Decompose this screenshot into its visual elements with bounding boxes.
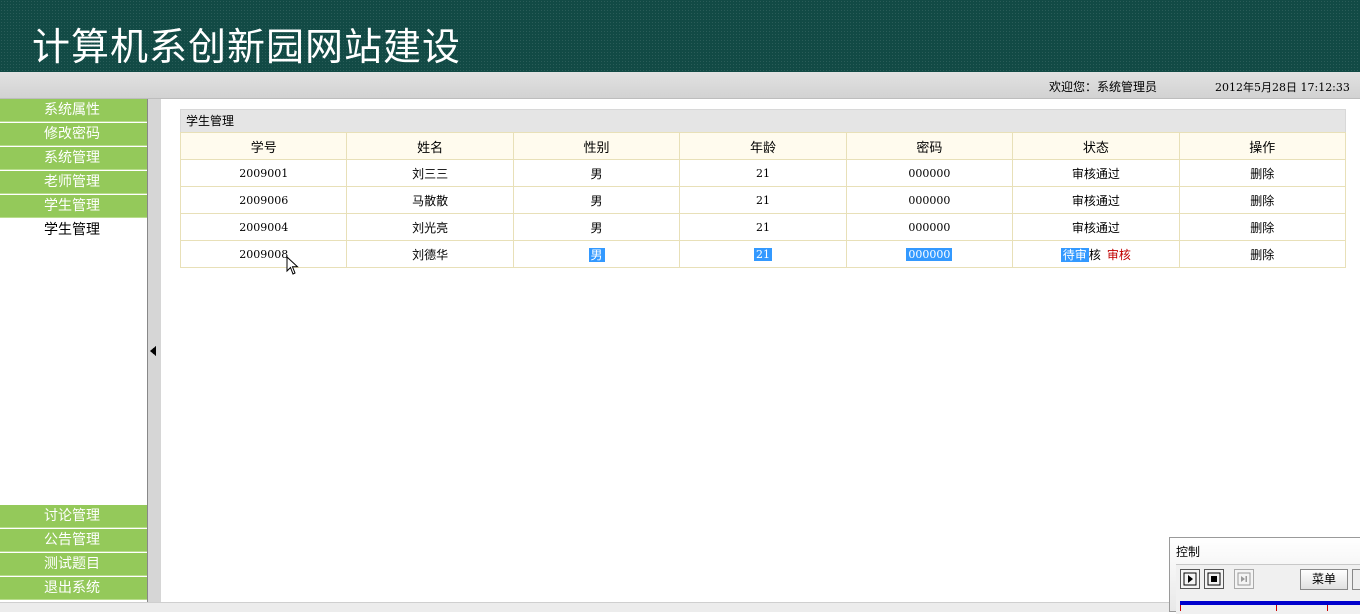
sidebar-item-system-properties[interactable]: 系统属性 — [0, 99, 147, 122]
sidebar-item-logout[interactable]: 退出系统 — [0, 577, 147, 600]
datetime-text: 2012年5月28日 17:12:33 — [1215, 81, 1350, 94]
cell-name: 刘德华 — [346, 240, 514, 268]
sidebar-item-discussion-management[interactable]: 讨论管理 — [0, 505, 147, 528]
cell-gender: 男 — [512, 240, 681, 268]
table-row: 2009008 刘德华 男 21 000000 待审核审核 删除 — [179, 240, 1347, 268]
cell-password: 000000 — [845, 213, 1014, 241]
cell-status: 审核通过 — [1012, 213, 1180, 241]
sidebar-item-teacher-management[interactable]: 老师管理 — [0, 171, 147, 194]
sidebar-subitem-student-management[interactable]: 学生管理 — [0, 219, 147, 241]
delete-link[interactable]: 删除 — [1178, 159, 1347, 187]
cell-gender: 男 — [512, 159, 681, 187]
sidebar: 系统属性 修改密码 系统管理 老师管理 学生管理 学生管理 讨论管理 公告管理 … — [0, 99, 147, 602]
next-frame-icon — [1237, 572, 1251, 586]
cell-student-id: 2009008 — [179, 240, 348, 268]
cell-student-id: 2009006 — [179, 186, 348, 214]
cell-password: 000000 — [845, 159, 1014, 187]
column-header-student-id: 学号 — [179, 132, 348, 160]
timeline-tick — [1180, 605, 1181, 611]
column-header-name: 姓名 — [346, 132, 514, 160]
delete-link[interactable]: 删除 — [1178, 240, 1347, 268]
menu-button[interactable]: 菜单 — [1300, 569, 1348, 590]
column-header-password: 密码 — [845, 132, 1014, 160]
selected-text: 男 — [588, 247, 605, 262]
browser-status-bar — [0, 602, 1169, 612]
top-info-bar: 欢迎您：系统管理员 2012年5月28日 17:12:33 — [0, 72, 1360, 99]
site-title: 计算机系创新园网站建设 — [32, 25, 462, 69]
timeline-tick — [1327, 605, 1328, 611]
next-frame-button[interactable] — [1234, 569, 1254, 589]
site-header: 计算机系创新园网站建设 — [0, 0, 1360, 72]
panel-title: 学生管理 — [180, 109, 1346, 132]
cell-student-id: 2009001 — [179, 159, 348, 187]
selected-text: 21 — [753, 247, 772, 261]
cell-age: 21 — [679, 159, 847, 187]
sidebar-item-student-management[interactable]: 学生管理 — [0, 195, 147, 218]
cell-gender: 男 — [512, 186, 681, 214]
cell-password: 000000 — [845, 240, 1014, 268]
cell-name: 马散散 — [346, 186, 514, 214]
column-header-age: 年龄 — [679, 132, 847, 160]
cell-name: 刘三三 — [346, 159, 514, 187]
play-icon — [1183, 572, 1197, 586]
sidebar-item-change-password[interactable]: 修改密码 — [0, 123, 147, 146]
stop-button[interactable] — [1204, 569, 1224, 589]
column-header-gender: 性别 — [512, 132, 681, 160]
column-header-action: 操作 — [1178, 132, 1347, 160]
timeline-tick — [1276, 605, 1277, 611]
student-management-panel: 学生管理 学号 姓名 性别 年龄 密码 状态 操作 2009001 刘三三 男 … — [179, 109, 1347, 268]
cell-age: 21 — [679, 240, 847, 268]
welcome-text: 欢迎您：系统管理员 — [1049, 80, 1158, 94]
sidebar-item-notice-management[interactable]: 公告管理 — [0, 529, 147, 552]
cell-name: 刘光亮 — [346, 213, 514, 241]
cell-status: 审核通过 — [1012, 186, 1180, 214]
review-link[interactable]: 审核 — [1107, 248, 1131, 262]
status-text-rest: 核 — [1088, 247, 1101, 262]
sidebar-item-system-management[interactable]: 系统管理 — [0, 147, 147, 170]
control-toolbar: 菜单 — [1176, 564, 1360, 614]
cell-age: 21 — [679, 213, 847, 241]
delete-link[interactable]: 删除 — [1178, 213, 1347, 241]
delete-link[interactable]: 删除 — [1178, 186, 1347, 214]
cell-status: 审核通过 — [1012, 159, 1180, 187]
cell-age: 21 — [679, 186, 847, 214]
control-window-title: 控制 — [1176, 545, 1201, 559]
cell-password: 000000 — [845, 186, 1014, 214]
column-header-status: 状态 — [1012, 132, 1180, 160]
extra-button[interactable] — [1352, 569, 1360, 590]
cell-student-id: 2009004 — [179, 213, 348, 241]
table-header-row: 学号 姓名 性别 年龄 密码 状态 操作 — [179, 132, 1347, 160]
cell-status: 待审核审核 — [1012, 240, 1180, 268]
stop-icon — [1207, 572, 1221, 586]
selected-text: 待审 — [1060, 247, 1089, 262]
table-row: 2009004 刘光亮 男 21 000000 审核通过 删除 — [179, 213, 1347, 241]
table-row: 2009001 刘三三 男 21 000000 审核通过 删除 — [179, 159, 1347, 187]
cell-gender: 男 — [512, 213, 681, 241]
play-button[interactable] — [1180, 569, 1200, 589]
control-window: 控制 菜单 — [1169, 537, 1360, 614]
timeline-bar[interactable] — [1180, 601, 1360, 605]
student-table: 学号 姓名 性别 年龄 密码 状态 操作 2009001 刘三三 男 21 00… — [179, 132, 1347, 268]
selected-text: 000000 — [906, 247, 953, 261]
triangle-left-icon[interactable] — [150, 346, 156, 356]
table-row: 2009006 马散散 男 21 000000 审核通过 删除 — [179, 186, 1347, 214]
sidebar-item-test-questions[interactable]: 测试题目 — [0, 553, 147, 576]
